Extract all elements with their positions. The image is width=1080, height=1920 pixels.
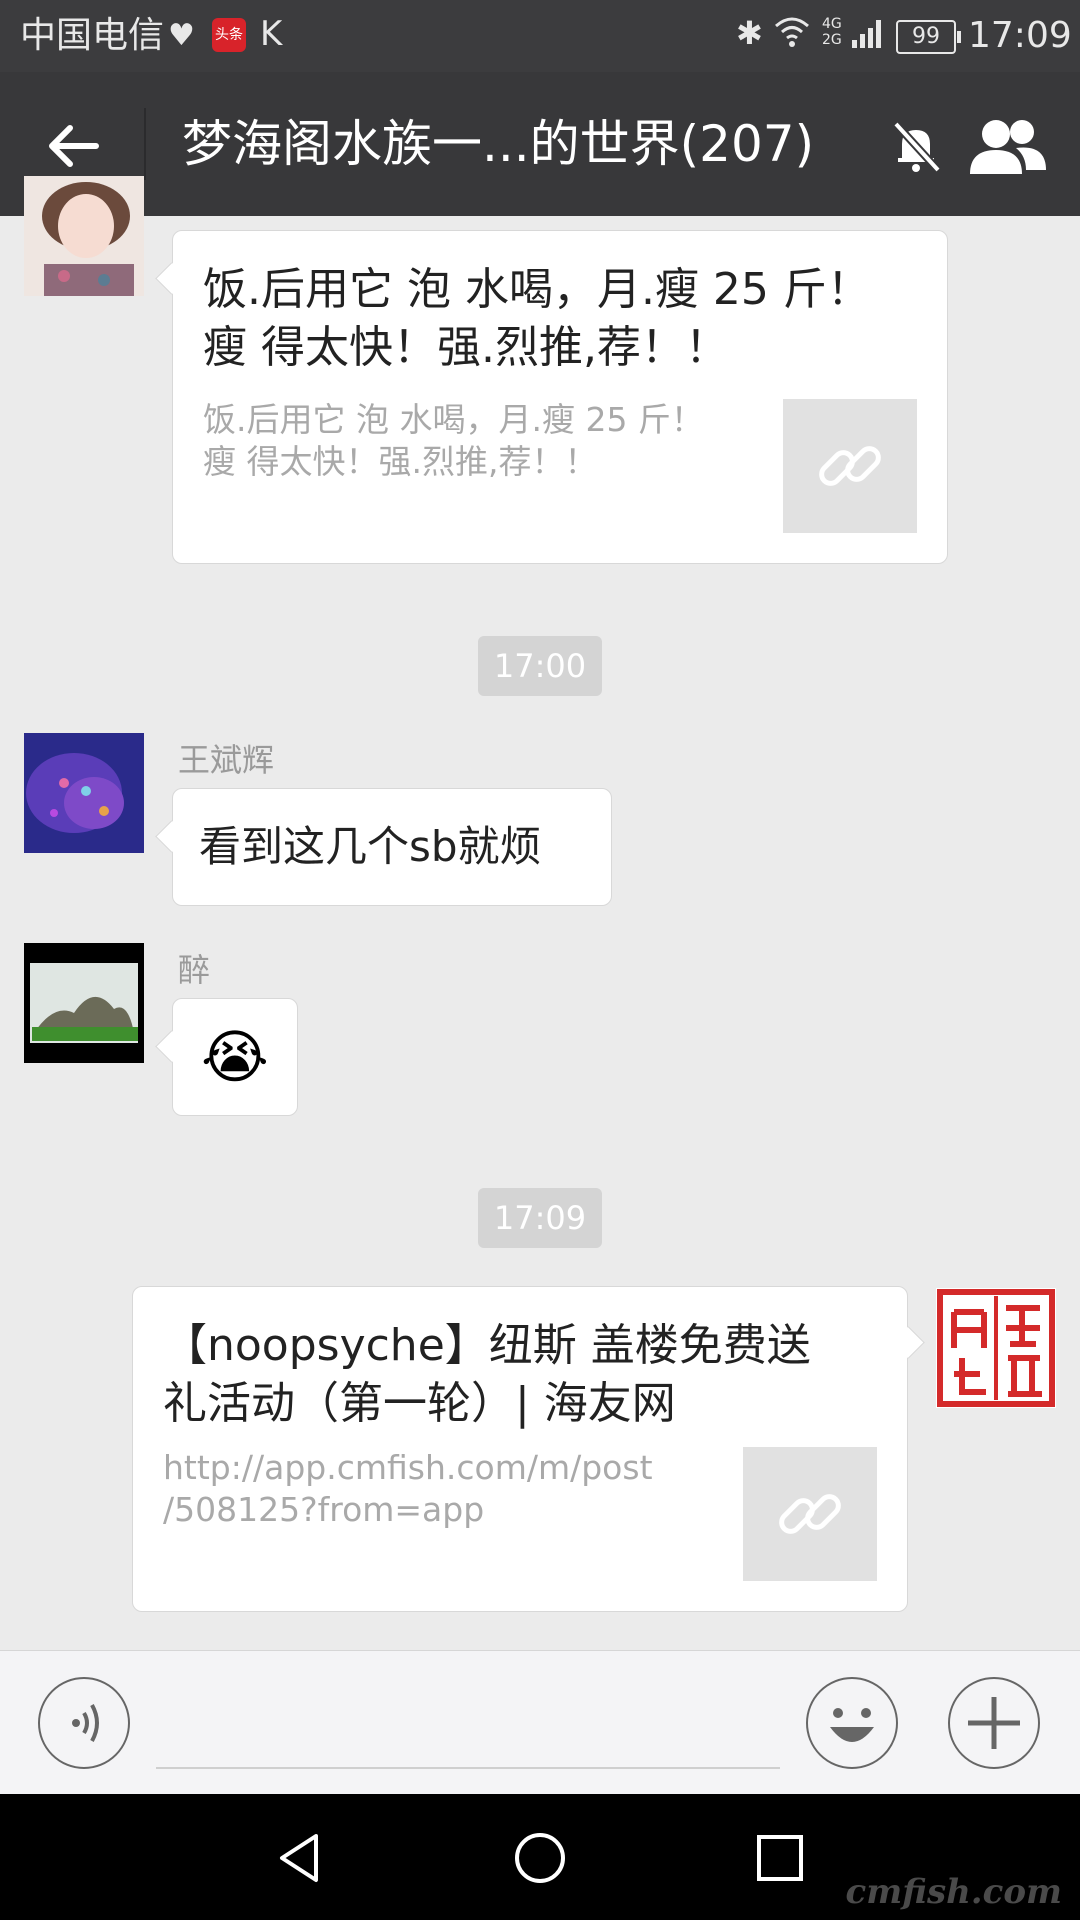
voice-icon <box>72 1704 99 1742</box>
avatar[interactable] <box>24 176 144 296</box>
link-icon <box>819 446 881 486</box>
link-desc-line-2: /508125?from=app <box>163 1490 485 1529</box>
timestamp: 17:00 <box>478 636 602 696</box>
network-bottom: 2G <box>822 32 842 48</box>
avatar[interactable] <box>936 1288 1056 1408</box>
input-bar <box>0 1650 1080 1795</box>
signal-icon <box>852 20 881 48</box>
red-seal-avatar-image <box>937 1289 1055 1407</box>
group-members-icon[interactable] <box>966 114 1050 178</box>
status-time: 17:09 <box>968 15 1072 56</box>
news-app-icon: 头条 <box>212 18 246 52</box>
sender-name: 王斌辉 <box>178 741 275 779</box>
voice-button[interactable] <box>38 1677 130 1769</box>
chat-header: 梦海阁水族一...的世界(207) <box>0 72 1080 216</box>
back-triangle-icon[interactable] <box>272 1830 328 1886</box>
chat-title: 梦海阁水族一...的世界(207) <box>182 115 815 173</box>
timestamp: 17:09 <box>478 1188 602 1248</box>
sender-name: 醉 <box>178 951 211 989</box>
emoji-message[interactable]: 😭 <box>172 998 298 1116</box>
header-divider <box>144 108 146 180</box>
link-icon <box>779 1494 841 1534</box>
girl-avatar-image <box>24 176 144 296</box>
more-options-button[interactable] <box>948 1677 1040 1769</box>
battery-indicator: 99 <box>896 20 961 54</box>
wifi-icon <box>775 17 809 47</box>
network-top: 4G <box>822 16 842 32</box>
back-arrow-icon[interactable] <box>44 116 104 176</box>
link-thumbnail <box>783 399 917 533</box>
text-message[interactable]: 看到这几个sb就烦 <box>172 788 612 906</box>
link-title-line-1: 【noopsyche】纽斯 盖楼免费送 <box>163 1320 811 1371</box>
home-circle-icon[interactable] <box>512 1830 568 1886</box>
link-desc-line-1: http://app.cmfish.com/m/post <box>163 1448 653 1487</box>
link-desc-line-1: 饭.后用它 泡 水喝，月.瘦 25 斤！ <box>203 400 704 439</box>
avatar[interactable] <box>24 943 144 1063</box>
link-title-line-2: 礼活动（第一轮）| 海友网 <box>163 1378 676 1429</box>
k-app-icon: K <box>260 14 283 54</box>
link-title-line-1: 饭.后用它 泡 水喝，月.瘦 25 斤！ <box>203 264 871 315</box>
emoji-icon <box>830 1708 874 1742</box>
carrier-name: 中国电信 <box>20 15 165 56</box>
crying-face-icon: 😭 <box>201 1023 269 1091</box>
emoji-button[interactable] <box>806 1677 898 1769</box>
link-message[interactable]: 饭.后用它 泡 水喝，月.瘦 25 斤！ 瘦 得太快！强.烈推,荐！！ 饭.后用… <box>172 230 948 564</box>
network-type: 4G 2G <box>822 16 842 48</box>
navigation-bar: cmfish.com <box>0 1794 1080 1920</box>
watermark: cmfish.com <box>845 1872 1062 1912</box>
status-bar: 中国电信 ♥ 头条 K ✱ 4G 2G 99 17:09 <box>0 0 1080 72</box>
coral-avatar-image <box>24 733 144 853</box>
recents-square-icon[interactable] <box>752 1830 808 1886</box>
link-title-line-2: 瘦 得太快！强.烈推,荐！！ <box>203 322 729 373</box>
bluetooth-icon: ✱ <box>736 14 763 52</box>
message-text: 看到这几个sb就烦 <box>199 822 542 871</box>
link-thumbnail <box>743 1447 877 1581</box>
link-message[interactable]: 【noopsyche】纽斯 盖楼免费送 礼活动（第一轮）| 海友网 http:/… <box>132 1286 908 1612</box>
avatar[interactable] <box>24 733 144 853</box>
link-desc-line-2: 瘦 得太快！强.烈推,荐！！ <box>203 442 598 481</box>
aquarium-avatar-image <box>24 943 144 1063</box>
health-heart-icon: ♥ <box>168 18 195 53</box>
message-input[interactable] <box>156 1767 780 1769</box>
plus-icon <box>968 1697 1020 1749</box>
mute-bell-icon <box>893 121 941 173</box>
